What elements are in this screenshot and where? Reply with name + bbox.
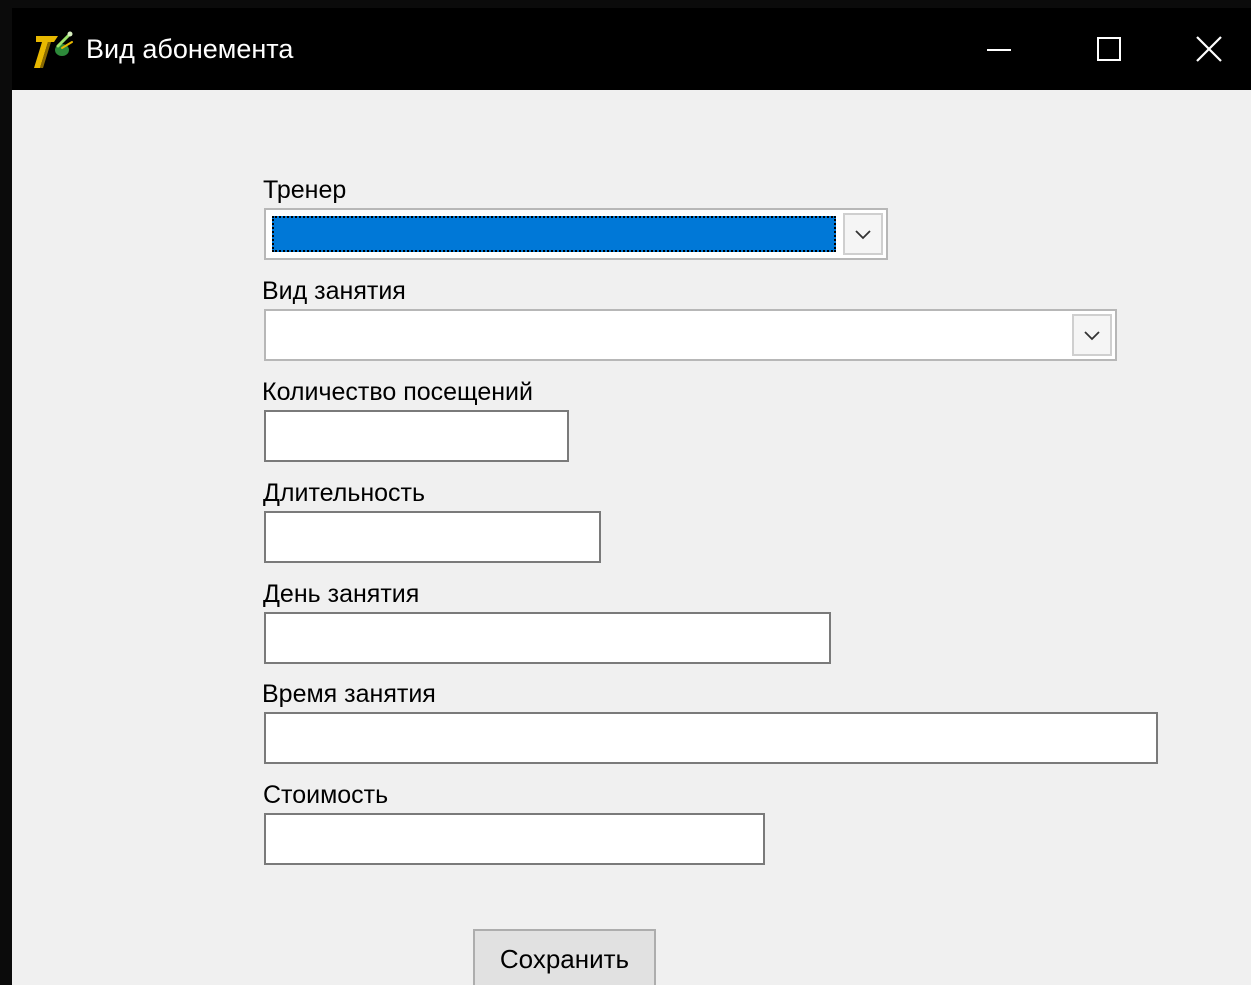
minimize-button[interactable] <box>944 8 1054 90</box>
day-input[interactable] <box>264 612 831 664</box>
duration-input[interactable] <box>264 511 601 563</box>
trainer-label: Тренер <box>263 176 347 204</box>
activity-type-select[interactable] <box>264 309 1117 361</box>
trainer-dropdown-button[interactable] <box>843 213 883 255</box>
cost-input[interactable] <box>264 813 765 865</box>
time-input[interactable] <box>264 712 1158 764</box>
activity-type-dropdown-button[interactable] <box>1072 314 1112 356</box>
time-label: Время занятия <box>262 680 436 708</box>
maximize-icon <box>1097 37 1121 61</box>
maximize-button[interactable] <box>1054 8 1164 90</box>
trainer-select[interactable] <box>264 208 888 260</box>
window-title: Вид абонемента <box>86 34 294 64</box>
visits-count-label: Количество посещений <box>262 378 533 406</box>
minimize-icon <box>987 49 1011 51</box>
app-logo-icon <box>32 28 76 72</box>
activity-type-label: Вид занятия <box>262 277 406 305</box>
trainer-selected-value <box>272 216 836 252</box>
visits-count-input[interactable] <box>264 410 569 462</box>
cost-label: Стоимость <box>263 781 389 809</box>
save-button[interactable]: Сохранить <box>473 929 656 985</box>
title-bar[interactable]: Вид абонемента <box>12 8 1251 90</box>
chevron-down-icon <box>1084 331 1100 341</box>
close-icon <box>1196 36 1222 62</box>
day-label: День занятия <box>263 580 420 608</box>
form-window: Вид абонемента Тренер Вид занятия Количе… <box>12 8 1251 985</box>
duration-label: Длительность <box>263 479 426 507</box>
chevron-down-icon <box>855 230 871 240</box>
close-button[interactable] <box>1164 8 1251 90</box>
